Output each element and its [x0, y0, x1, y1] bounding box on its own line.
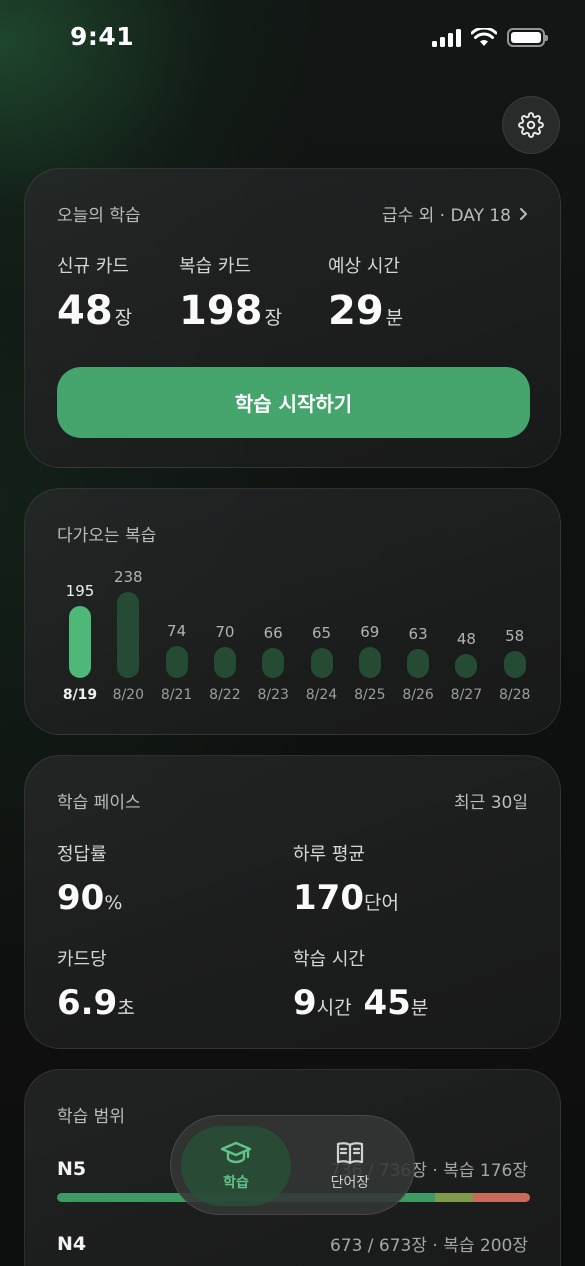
status-time: 9:41 [70, 22, 135, 51]
chart-value-label: 74 [167, 621, 187, 640]
status-bar: 9:41 [0, 0, 585, 78]
stat-label: 복습 카드 [179, 256, 251, 277]
upcoming-reviews-card: 다가오는 복습 195 8/19 238 8/20 74 8/21 70 8/22 66 8/23… [24, 488, 561, 735]
today-deck-label: 급수 외 · DAY 18 [381, 206, 511, 226]
pace-hours-unit: 시간 [316, 997, 352, 1019]
chart-bar [455, 654, 478, 678]
wifi-icon [471, 28, 497, 46]
chart-column: 63 8/26 [395, 559, 441, 709]
gear-icon [518, 112, 544, 138]
pace-per-card-value: 6.9 [57, 983, 118, 1023]
chart-bar [262, 648, 285, 678]
upcoming-chart: 195 8/19 238 8/20 74 8/21 70 8/22 66 8/23 65 8/24 69… [57, 559, 532, 709]
chart-bar [407, 649, 430, 678]
chart-bar [503, 650, 526, 678]
range-segment-review [435, 1193, 474, 1202]
today-header: 오늘의 학습 급수 외 · DAY 18 [57, 201, 528, 226]
chart-value-label: 66 [263, 624, 283, 643]
chart-bar [117, 592, 140, 678]
pace-minutes-unit: 분 [410, 997, 429, 1019]
pace-accuracy: 정답률 90% [57, 840, 122, 918]
chart-value-label: 58 [505, 626, 525, 645]
chart-bar [69, 606, 91, 678]
chart-value-label: 70 [215, 622, 235, 641]
chart-value-label: 238 [113, 568, 143, 586]
chart-bar [310, 648, 333, 678]
chevron-right-icon [520, 207, 527, 220]
battery-icon [507, 28, 548, 47]
pace-per-card: 카드당 6.9초 [57, 945, 135, 1023]
stat-label: 신규 카드 [57, 256, 129, 277]
pace-minutes-value: 45 [363, 983, 411, 1023]
upcoming-title: 다가오는 복습 [57, 526, 157, 546]
pace-study-time-label: 학습 시간 [293, 949, 365, 970]
chart-bar [358, 647, 381, 678]
range-row-n4[interactable]: N4 673 / 673장 · 복습 200장 [57, 1231, 528, 1257]
today-title: 오늘의 학습 [57, 206, 141, 226]
chart-column: 70 8/22 [202, 559, 248, 709]
chart-column: 66 8/23 [250, 559, 296, 709]
chart-column: 238 8/20 [105, 559, 151, 709]
book-icon [336, 1142, 364, 1165]
chart-value-label: 69 [360, 623, 380, 642]
range-segment-hard [473, 1193, 530, 1202]
pace-per-card-unit: 초 [117, 997, 135, 1019]
chart-value-label: 195 [65, 582, 95, 601]
pace-title: 학습 페이스 [57, 793, 141, 813]
chart-column: 58 8/28 [492, 559, 538, 709]
chart-bar [213, 646, 236, 678]
today-deck-link[interactable]: 급수 외 · DAY 18 [382, 201, 528, 226]
pace-accuracy-unit: % [104, 892, 123, 914]
chart-column: 195 8/19 [57, 559, 103, 709]
pace-per-card-label: 카드당 [57, 949, 107, 970]
chart-value-label: 63 [408, 625, 428, 644]
range-level: N5 [57, 1157, 87, 1180]
range-level: N4 [57, 1232, 87, 1255]
stat-label: 예상 시간 [328, 256, 400, 277]
chart-column: 65 8/24 [299, 559, 345, 709]
pace-daily-unit: 단어 [363, 892, 399, 914]
chart-column: 74 8/21 [154, 559, 200, 709]
stat-estimated-time: 예상 시간 29 분 [328, 252, 403, 334]
pace-hours-value: 9 [293, 983, 317, 1023]
stat-value: 29 [328, 288, 384, 334]
tab-vocabulary-label: 단어장 [330, 1175, 370, 1191]
pace-accuracy-value: 90 [57, 878, 105, 918]
pace-daily-value: 170 [293, 878, 364, 918]
pace-daily-label: 하루 평균 [293, 844, 365, 865]
range-info: 673 / 673장 · 복습 200장 [329, 1236, 528, 1256]
stat-value: 48 [57, 288, 113, 334]
stat-new-cards: 신규 카드 48 장 [57, 252, 132, 334]
chart-bar [165, 645, 188, 678]
cellular-signal-icon [432, 28, 461, 47]
chart-column: 69 8/25 [347, 559, 393, 709]
stat-unit: 장 [264, 307, 282, 329]
stat-value: 198 [179, 288, 263, 334]
status-icons [432, 28, 548, 47]
chart-date-label: 8/28 [498, 687, 531, 703]
chart-value-label: 48 [456, 630, 476, 648]
range-title: 학습 범위 [57, 1107, 125, 1127]
start-study-button[interactable]: 학습 시작하기 [57, 367, 530, 438]
tab-vocabulary[interactable]: 단어장 [295, 1126, 405, 1206]
tab-study[interactable]: 학습 [181, 1126, 291, 1206]
stat-review-cards: 복습 카드 198 장 [179, 252, 282, 334]
tab-study-label: 학습 [223, 1175, 249, 1191]
chart-value-label: 65 [311, 624, 332, 643]
pace-daily-average: 하루 평균 170단어 [293, 840, 399, 918]
stat-unit: 분 [385, 307, 404, 329]
study-pace-card: 학습 페이스 최근 30일 정답률 90% 하루 평균 170단어 카드당 6.… [24, 755, 561, 1049]
settings-button[interactable] [502, 96, 560, 154]
chart-column: 48 8/27 [443, 559, 489, 709]
pace-study-time: 학습 시간 9시간 45분 [293, 945, 428, 1023]
today-study-card: 오늘의 학습 급수 외 · DAY 18 신규 카드 48 장 복습 카드 198… [24, 168, 561, 468]
stat-unit: 장 [114, 307, 133, 329]
pace-accuracy-label: 정답률 [57, 844, 107, 865]
pace-period: 최근 30일 [454, 793, 528, 813]
tab-bar: 학습 단어장 [170, 1115, 415, 1215]
graduation-cap-icon [220, 1141, 252, 1164]
